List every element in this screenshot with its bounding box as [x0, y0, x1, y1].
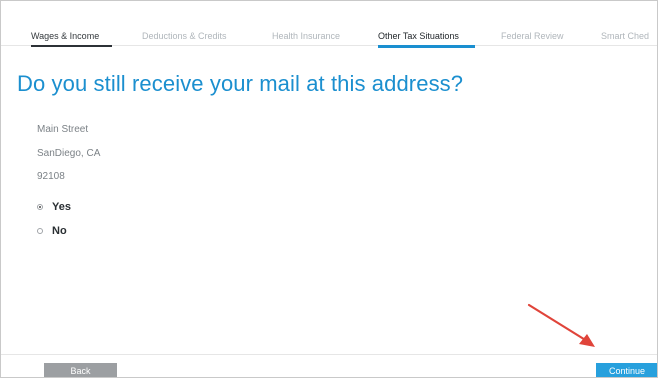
annotation-arrow-icon — [527, 303, 595, 347]
radio-option-no[interactable]: No — [37, 224, 67, 238]
tab-wages-income-underline — [31, 45, 112, 47]
continue-button[interactable]: Continue — [596, 363, 657, 377]
tab-smart-check[interactable]: Smart Ched — [601, 31, 649, 42]
address-line-zip: 92108 — [37, 171, 65, 182]
radio-option-yes[interactable]: Yes — [37, 200, 71, 214]
tab-wages-income[interactable]: Wages & Income — [31, 31, 99, 42]
address-line-city-state: SanDiego, CA — [37, 148, 101, 159]
tab-other-tax-situations[interactable]: Other Tax Situations — [378, 31, 459, 42]
radio-label-yes: Yes — [52, 201, 71, 213]
tab-active-underline — [378, 45, 475, 48]
radio-button-no[interactable] — [37, 228, 43, 234]
footer-divider — [1, 354, 657, 355]
app-window: Wages & Income Deductions & Credits Heal… — [0, 0, 658, 378]
tab-federal-review[interactable]: Federal Review — [501, 31, 564, 42]
progress-tabs: Wages & Income Deductions & Credits Heal… — [1, 1, 657, 46]
tab-deductions-credits[interactable]: Deductions & Credits — [142, 31, 227, 42]
page-title: Do you still receive your mail at this a… — [17, 71, 464, 96]
tab-health-insurance[interactable]: Health Insurance — [272, 31, 340, 42]
radio-button-yes[interactable] — [37, 204, 43, 210]
radio-label-no: No — [52, 225, 67, 237]
back-button[interactable]: Back — [44, 363, 117, 377]
address-line-street: Main Street — [37, 124, 89, 135]
